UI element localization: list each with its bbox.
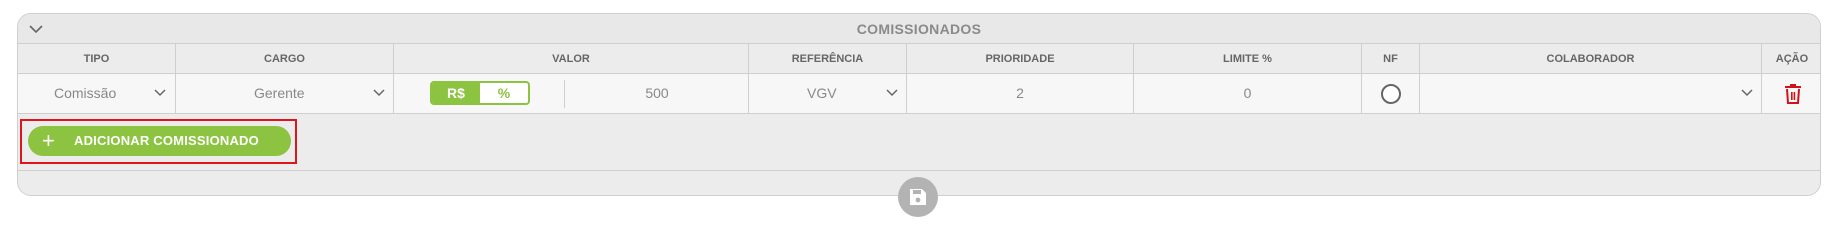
column-header-acao: AÇÃO	[1775, 53, 1809, 65]
toggle-option-currency[interactable]: R$	[432, 83, 480, 103]
save-button[interactable]	[898, 177, 938, 217]
table-header: TIPO CARGO VALOR REFERÊNCIA PRIORIDADE L…	[18, 44, 1820, 74]
cargo-value: Gerente	[254, 85, 305, 101]
valor-type-toggle[interactable]: R$ %	[430, 81, 530, 105]
column-header-referencia: REFERÊNCIA	[749, 44, 907, 74]
floppy-disk-icon	[910, 189, 926, 205]
valor-input[interactable]: 500	[565, 74, 749, 113]
chevron-down-icon	[1741, 89, 1753, 97]
column-header-limite: LIMITE %	[1134, 44, 1362, 74]
valor-cell: R$ % 500	[394, 74, 749, 113]
column-header-cargo: CARGO	[176, 44, 394, 74]
plus-icon: +	[42, 128, 55, 153]
nf-radio[interactable]	[1381, 84, 1401, 104]
tipo-value: Comissão	[54, 85, 117, 101]
limite-value: 0	[1243, 85, 1252, 101]
chevron-down-icon	[886, 89, 898, 97]
chevron-down-icon	[373, 89, 385, 97]
table-row: Comissão Gerente R$ % 500 VGV 2 0	[18, 74, 1820, 114]
add-area: + ADICIONAR COMISSIONADO	[18, 115, 1820, 171]
comissionados-panel: COMISSIONADOS TIPO CARGO VALOR REFERÊNCI…	[17, 13, 1821, 196]
chevron-down-icon	[154, 89, 166, 97]
column-header-nf: NF	[1362, 44, 1420, 74]
referencia-select[interactable]: VGV	[749, 74, 907, 113]
panel-header: COMISSIONADOS	[18, 14, 1820, 44]
toggle-option-percent[interactable]: %	[480, 83, 528, 103]
tipo-select[interactable]: Comissão	[18, 74, 176, 113]
add-comissionado-label: ADICIONAR COMISSIONADO	[74, 133, 259, 148]
nf-cell	[1362, 74, 1420, 113]
column-header-prioridade: PRIORIDADE	[907, 44, 1134, 74]
colaborador-select[interactable]	[1420, 74, 1762, 113]
prioridade-input[interactable]: 2	[907, 74, 1134, 113]
prioridade-value: 2	[1016, 85, 1024, 101]
column-header-tipo: TIPO	[18, 44, 176, 74]
panel-title: COMISSIONADOS	[856, 21, 982, 37]
trash-icon[interactable]	[1785, 84, 1801, 104]
limite-input[interactable]: 0	[1134, 74, 1362, 113]
add-comissionado-button[interactable]: + ADICIONAR COMISSIONADO	[28, 126, 291, 156]
acao-cell	[1762, 74, 1820, 113]
cargo-select[interactable]: Gerente	[176, 74, 394, 113]
referencia-value: VGV	[807, 85, 837, 101]
column-header-valor: VALOR	[394, 44, 749, 74]
column-header-colaborador: COLABORADOR	[1420, 44, 1762, 74]
